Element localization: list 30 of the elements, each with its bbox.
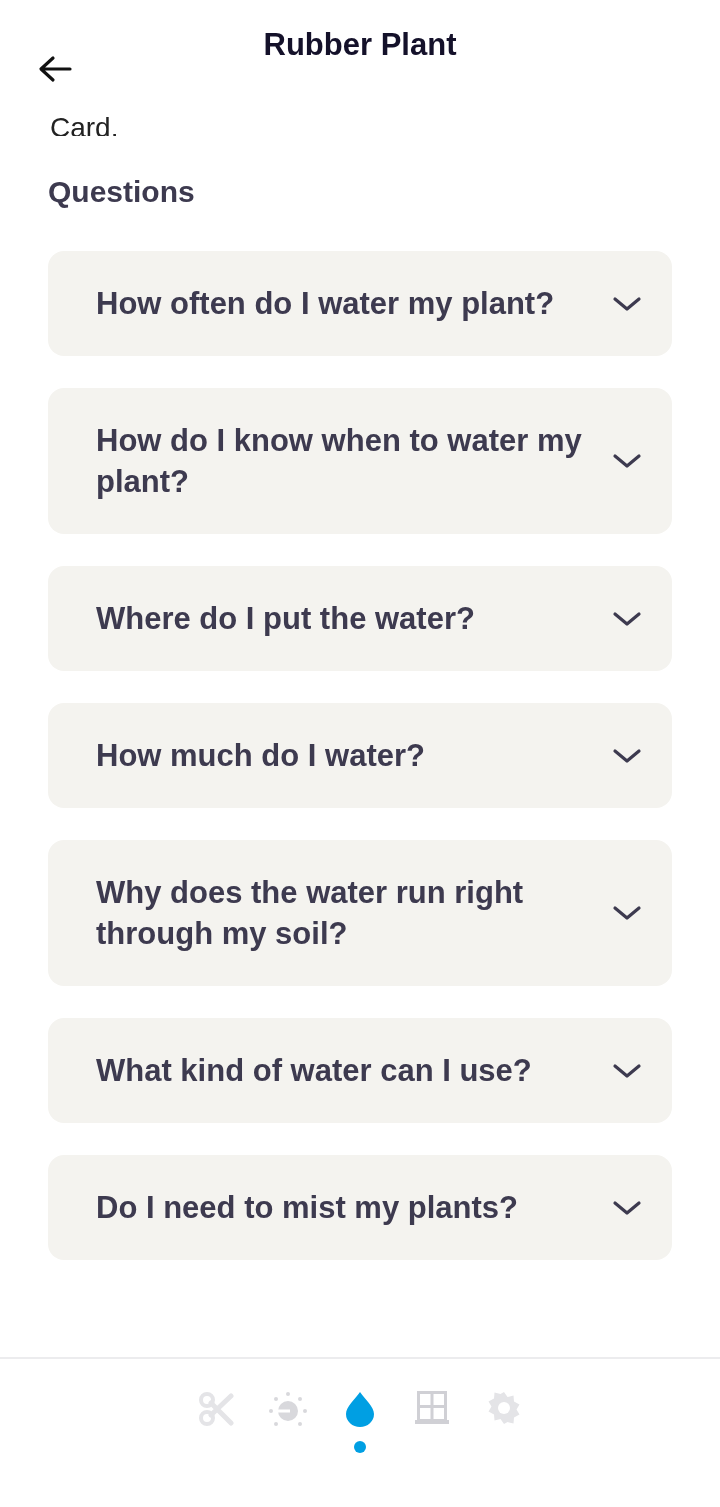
chevron-icon [612,452,642,470]
light-dial-icon [268,1391,308,1429]
water-drop-icon [345,1391,375,1427]
chevron-icon [612,1061,642,1080]
faq-item[interactable]: Where do I put the water? [48,566,672,671]
question-text: Why does the water run right through my soil? [96,874,525,953]
question-text: What kind of water can I use? [96,1052,532,1090]
settings-icon [487,1391,521,1425]
faq-item[interactable]: Do I need to mist my plants? [48,1155,672,1260]
question-text: Where do I put the water? [96,600,475,638]
section-heading: Questions [48,174,196,210]
faq-item[interactable]: Why does the water run right through my soil? [48,840,672,986]
chevron-icon [612,294,642,313]
faq-item[interactable]: How do I know when to water my plant? [48,388,672,534]
back-arrow-icon [38,55,72,83]
chevron-icon [612,746,642,765]
question-text: How do I know when to water my plant? [96,422,583,501]
back-button[interactable] [38,55,72,83]
chevron-icon [612,1198,642,1217]
faq-item[interactable]: How much do I water? [48,703,672,808]
chevron-icon [612,609,642,628]
question-text: How much do I water? [96,737,425,775]
question-text: Do I need to mist my plants? [96,1189,518,1227]
question-text: How often do I water my plant? [96,285,555,323]
faq-item[interactable]: What kind of water can I use? [48,1018,672,1123]
window-icon [415,1391,449,1425]
scissors-icon [198,1391,234,1427]
chevron-icon [612,904,642,922]
screen-title: Rubber Plant [263,27,457,63]
faq-item[interactable]: How often do I water my plant? [48,251,672,356]
